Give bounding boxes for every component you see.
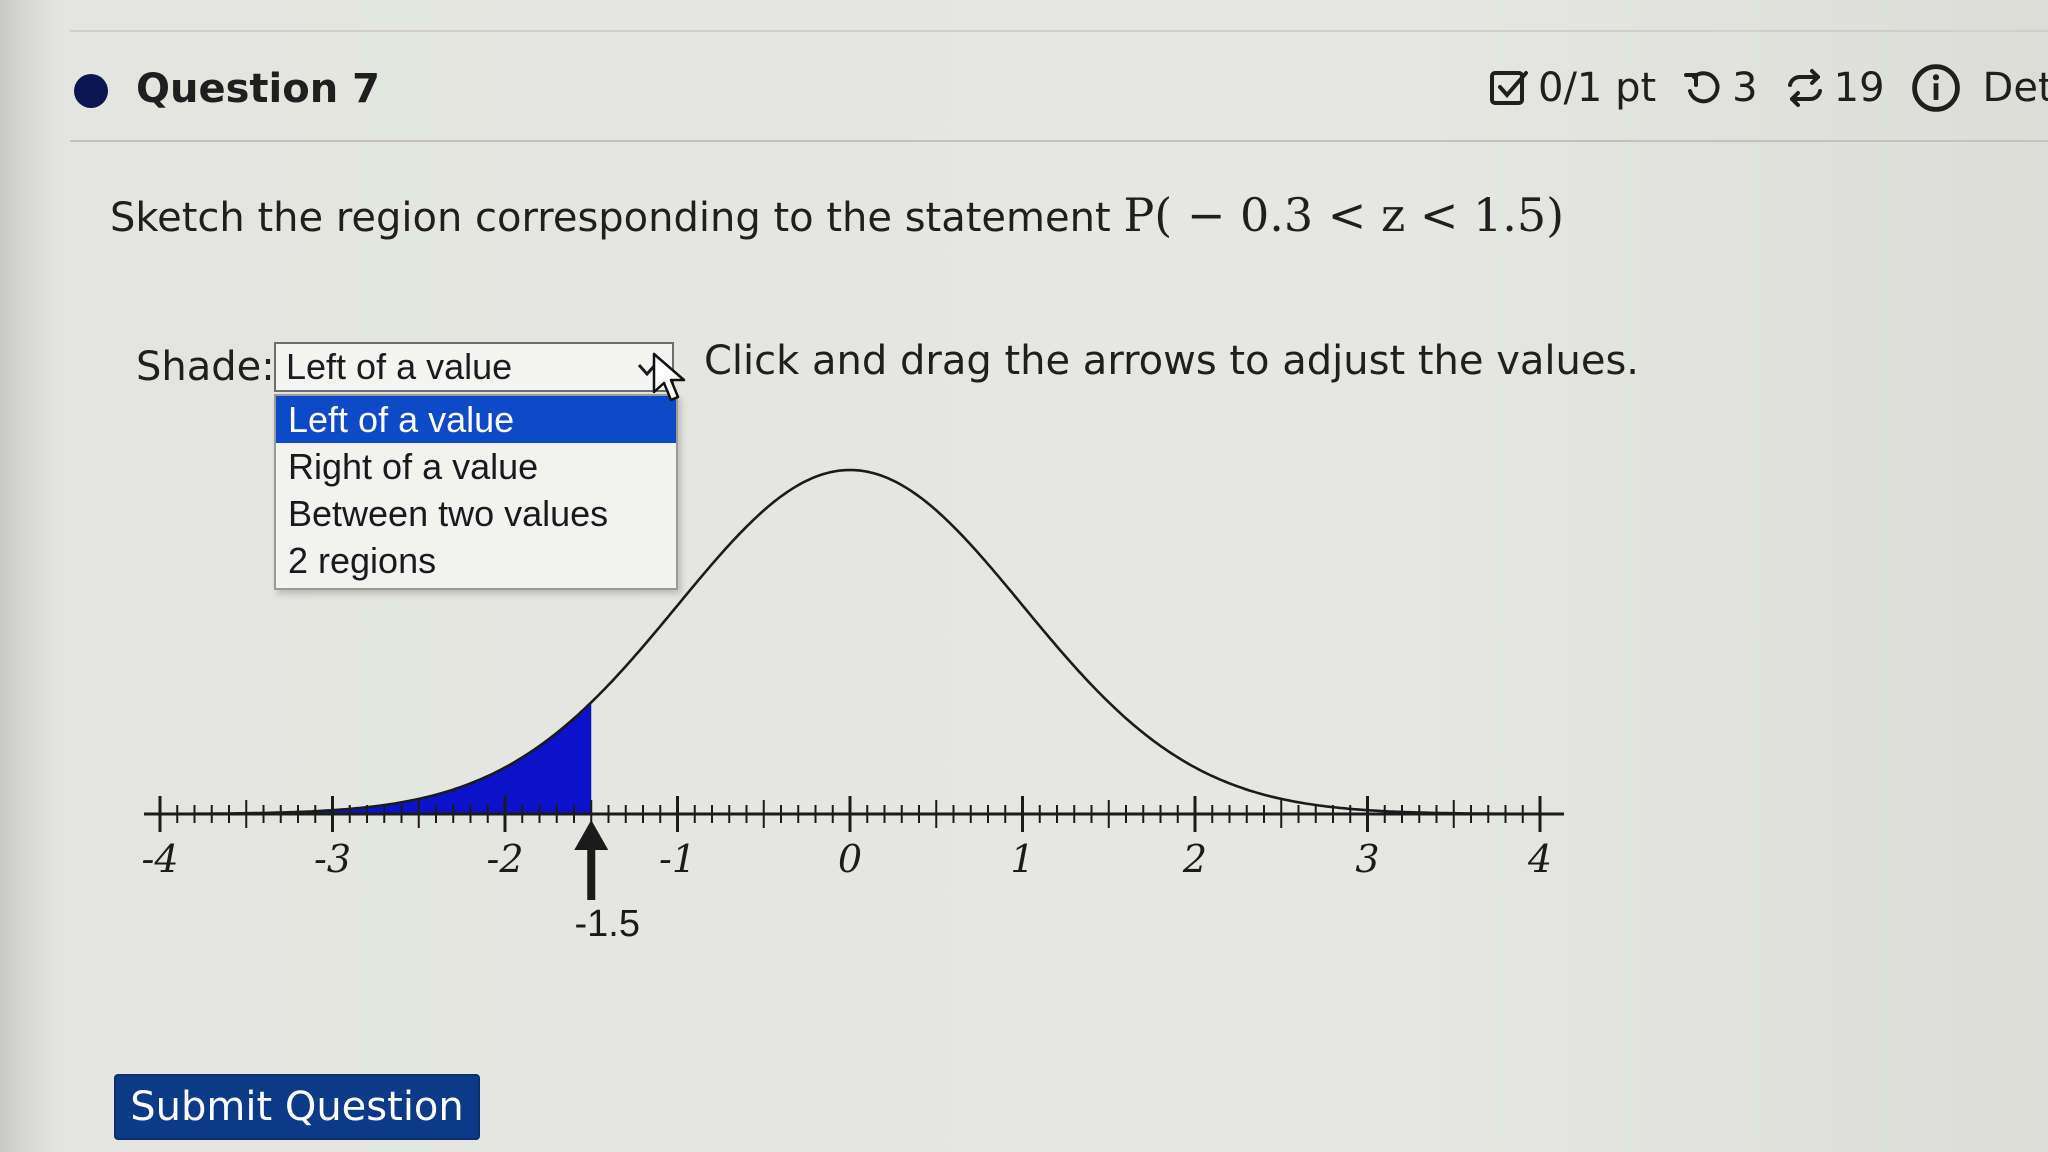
x-tick-label: -3 [314, 837, 351, 881]
mouse-cursor-icon [652, 352, 686, 402]
value-drag-arrow[interactable] [574, 820, 609, 900]
x-tick-label: -2 [486, 837, 523, 881]
x-tick-label: 0 [838, 837, 862, 881]
top-divider [70, 30, 2048, 32]
submit-question-button[interactable]: Submit Question [114, 1074, 480, 1140]
question-prompt: Sketch the region corresponding to the s… [110, 188, 1564, 242]
normal-distribution-chart[interactable]: -4 -3 -2 -1 0 1 2 3 4 -1.5 [120, 440, 1580, 960]
x-tick-label: 1 [1010, 837, 1034, 881]
shade-label: Shade: [136, 344, 275, 390]
question-title: Question 7 [136, 66, 380, 112]
repeat-icon[interactable] [1784, 67, 1826, 109]
checkbox-icon [1490, 71, 1528, 105]
shade-select[interactable]: Left of a value [274, 342, 674, 392]
question-status-dot [74, 74, 108, 108]
x-tick-label: -1 [659, 837, 696, 881]
arrow-value-label: -1.5 [575, 903, 640, 945]
shaded-region [160, 702, 592, 814]
arrow-shaft[interactable] [587, 842, 596, 900]
page: Question 7 0/1 pt 3 19 Det Sketch the re… [0, 0, 2048, 1152]
drag-instructions: Click and drag the arrows to adjust the … [704, 338, 1640, 384]
details-link[interactable]: Det [1983, 65, 2048, 111]
x-tick-label: 2 [1182, 837, 1207, 881]
header-divider [70, 140, 2048, 142]
normal-curve [160, 468, 1540, 816]
attempts-count: 19 [1833, 65, 1885, 111]
shade-select-value: Left of a value [286, 346, 513, 387]
arrow-head[interactable] [574, 820, 609, 850]
shade-option-left[interactable]: Left of a value [276, 396, 676, 443]
x-tick-label: 4 [1527, 837, 1552, 881]
info-icon[interactable] [1911, 63, 1961, 113]
retries-count: 3 [1732, 65, 1758, 111]
retry-icon[interactable] [1682, 67, 1724, 109]
prompt-text: Sketch the region corresponding to the s… [110, 195, 1111, 241]
x-tick-label: 3 [1355, 837, 1379, 881]
x-tick-label: -4 [141, 837, 178, 881]
prompt-math: P( − 0.3 < z < 1.5) [1123, 188, 1565, 242]
question-status-bar: 0/1 pt 3 19 Det [1488, 60, 2048, 116]
points-text: 0/1 pt [1538, 65, 1657, 111]
